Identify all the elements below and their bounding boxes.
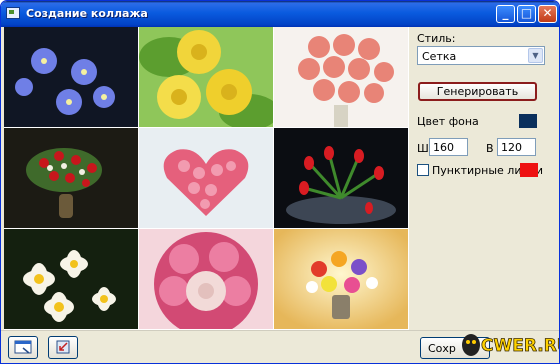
collage-preview (4, 27, 409, 330)
collage-window: Создание коллажа _ □ ✕ Стиль: Сетка ▼ Ге… (0, 0, 560, 364)
collage-tile-red-tulips (274, 128, 408, 228)
style-label: Стиль: (417, 32, 456, 45)
collage-tile-frangipani (4, 229, 138, 329)
minimize-button[interactable]: _ (496, 5, 515, 23)
import-icon (56, 340, 70, 354)
cwer-watermark: CWER.RU (461, 319, 559, 363)
collage-tile-pink-roses-bowl (139, 229, 273, 329)
collage-tile-colorful-bouquet (274, 229, 408, 329)
close-button[interactable]: ✕ (538, 5, 557, 23)
window-layout-button[interactable] (8, 336, 38, 359)
height-input[interactable]: 120 (497, 138, 536, 156)
height-label: В (486, 142, 494, 155)
window-icon (14, 340, 32, 354)
svg-text:CWER.RU: CWER.RU (481, 336, 559, 356)
title-bar[interactable]: Создание коллажа _ □ ✕ (1, 1, 559, 27)
dashed-lines-checkbox[interactable] (417, 164, 429, 176)
style-select[interactable]: Сетка ▼ (417, 46, 545, 65)
maximize-icon: □ (520, 6, 533, 20)
window-title: Создание коллажа (26, 7, 148, 20)
style-select-value: Сетка (422, 50, 457, 63)
collage-tile-pink-roses (274, 27, 408, 127)
bg-color-swatch[interactable] (519, 114, 537, 128)
bg-color-label: Цвет фона (417, 115, 479, 128)
chevron-down-icon[interactable]: ▼ (528, 48, 543, 63)
settings-panel: Стиль: Сетка ▼ Генерировать Цвет фона Ш … (409, 27, 556, 330)
import-images-button[interactable] (48, 336, 78, 359)
generate-button[interactable]: Генерировать (418, 82, 537, 101)
close-icon: ✕ (542, 6, 553, 20)
minimize-icon: _ (502, 6, 509, 20)
collage-tile-rose-heart (139, 128, 273, 228)
width-input[interactable]: 160 (429, 138, 468, 156)
width-label: Ш (417, 142, 429, 155)
cwer-logo: CWER.RU (462, 334, 559, 356)
collage-tile-forget-me-not (4, 27, 138, 127)
dashed-color-swatch[interactable] (520, 163, 538, 177)
collage-tile-red-roses-vase (4, 128, 138, 228)
maximize-button[interactable]: □ (517, 5, 536, 23)
app-icon (6, 7, 20, 19)
collage-tile-yellow-roses (139, 27, 273, 127)
